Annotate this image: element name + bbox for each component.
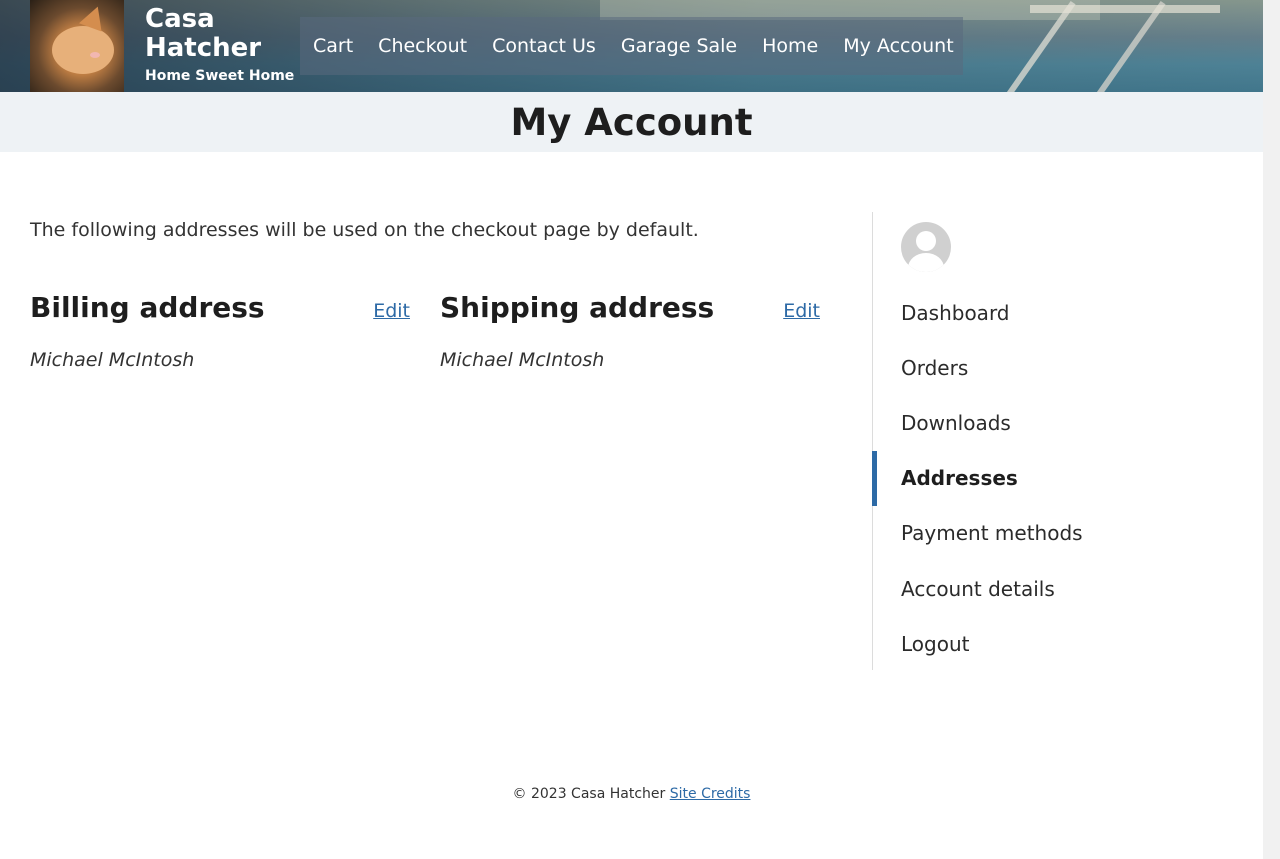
edit-shipping-link[interactable]: Edit xyxy=(783,300,820,322)
shipping-address-heading: Shipping address xyxy=(440,291,715,324)
avatar-head xyxy=(916,231,936,251)
addresses-intro: The following addresses will be used on … xyxy=(30,219,699,241)
sidebar-item-addresses[interactable]: Addresses xyxy=(872,450,1173,506)
shipping-address-section: Shipping address Edit Michael McIntosh xyxy=(440,291,820,371)
billing-address-name: Michael McIntosh xyxy=(30,349,195,371)
nav-checkout[interactable]: Checkout xyxy=(378,35,467,57)
avatar-body xyxy=(908,253,944,272)
billing-address-header: Billing address Edit xyxy=(30,291,410,324)
page-scrollbar[interactable] xyxy=(1263,0,1280,859)
cat-nose xyxy=(90,52,100,58)
account-sidebar: Dashboard Orders Downloads Addresses Pay… xyxy=(872,212,1172,670)
account-navigation: Dashboard Orders Downloads Addresses Pay… xyxy=(872,285,1173,671)
page-title-band: My Account xyxy=(0,92,1263,152)
site-credits-link[interactable]: Site Credits xyxy=(670,786,751,802)
site-footer: © 2023 Casa Hatcher Site Credits xyxy=(0,786,1263,802)
site-title[interactable]: Casa Hatcher xyxy=(145,5,295,63)
sidebar-item-logout[interactable]: Logout xyxy=(873,616,1173,671)
site-tagline: Home Sweet Home xyxy=(145,68,295,84)
sidebar-item-payment-methods[interactable]: Payment methods xyxy=(873,506,1173,561)
primary-nav: Cart Checkout Contact Us Garage Sale Hom… xyxy=(300,17,963,75)
lounge-chair xyxy=(1030,5,1220,13)
billing-address-heading: Billing address xyxy=(30,291,265,324)
site-logo[interactable] xyxy=(30,0,124,92)
cat-face xyxy=(52,26,114,74)
sidebar-item-downloads[interactable]: Downloads xyxy=(873,395,1173,450)
nav-my-account[interactable]: My Account xyxy=(843,35,953,57)
sidebar-item-dashboard[interactable]: Dashboard xyxy=(873,285,1173,340)
site-header: Casa Hatcher Home Sweet Home Cart Checko… xyxy=(0,0,1263,92)
shipping-address-name: Michael McIntosh xyxy=(440,349,605,371)
nav-home[interactable]: Home xyxy=(762,35,818,57)
nav-contact-us[interactable]: Contact Us xyxy=(492,35,596,57)
user-avatar-icon xyxy=(901,222,951,272)
sidebar-item-orders[interactable]: Orders xyxy=(873,340,1173,395)
billing-address-section: Billing address Edit Michael McIntosh xyxy=(30,291,410,371)
sidebar-item-account-details[interactable]: Account details xyxy=(873,561,1173,616)
edit-billing-link[interactable]: Edit xyxy=(373,300,410,322)
nav-garage-sale[interactable]: Garage Sale xyxy=(621,35,737,57)
nav-cart[interactable]: Cart xyxy=(313,35,353,57)
footer-copyright: © 2023 Casa Hatcher xyxy=(512,786,666,802)
page-title: My Account xyxy=(510,100,753,144)
shipping-address-header: Shipping address Edit xyxy=(440,291,820,324)
